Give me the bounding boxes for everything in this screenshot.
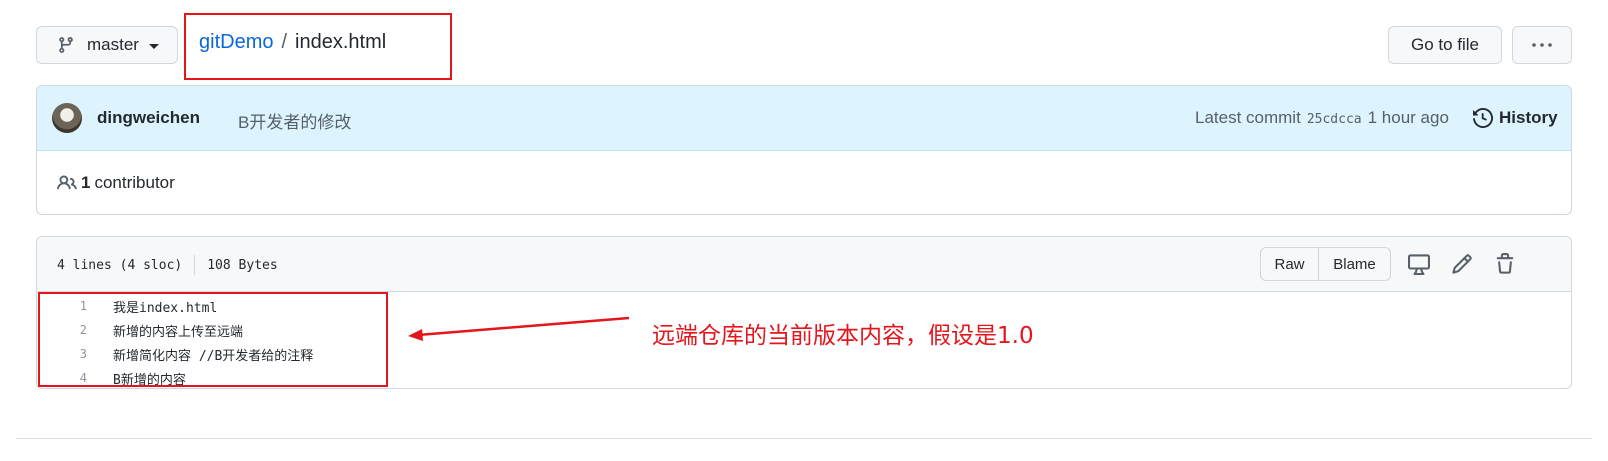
breadcrumb: gitDemo / index.html <box>199 31 386 54</box>
code-text: 我是index.html <box>113 300 218 316</box>
code-text: 新增简化内容 //B开发者给的注释 <box>113 348 314 364</box>
file-size: 108 Bytes <box>207 257 278 273</box>
chevron-down-icon <box>148 43 159 49</box>
more-options-button[interactable] <box>1512 26 1572 64</box>
branch-select-button[interactable]: master <box>36 26 178 64</box>
commit-author[interactable]: dingweichen <box>97 108 200 128</box>
file-lines-info: 4 lines (4 sloc) <box>57 257 183 273</box>
commit-time: 1 hour ago <box>1367 108 1449 127</box>
branch-icon <box>59 37 73 53</box>
history-label: History <box>1499 108 1558 127</box>
file-viewer: 4 lines (4 sloc) 108 Bytes Raw Blame 1 我… <box>36 236 1572 389</box>
blame-button[interactable]: Blame <box>1319 248 1390 280</box>
history-link[interactable]: History <box>1473 108 1558 128</box>
branch-name: master <box>87 35 139 54</box>
commit-message[interactable]: B开发者的修改 <box>238 108 351 133</box>
code-line: 4 B新增的内容 <box>37 366 1571 388</box>
code-text: 新增的内容上传至远端 <box>113 324 244 340</box>
repo-link[interactable]: gitDemo <box>199 31 273 54</box>
line-number[interactable]: 1 <box>37 299 87 313</box>
code-text: B新增的内容 <box>113 372 186 388</box>
line-number[interactable]: 3 <box>37 347 87 361</box>
latest-commit-info: Latest commit 25cdcca 1 hour ago <box>1195 108 1449 128</box>
contributors-row[interactable]: 1 contributor <box>37 151 1571 214</box>
commit-sha[interactable]: 25cdcca <box>1307 112 1362 127</box>
avatar[interactable] <box>52 103 82 133</box>
file-info: 4 lines (4 sloc) 108 Bytes <box>57 255 278 275</box>
line-number[interactable]: 2 <box>37 323 87 337</box>
desktop-icon[interactable] <box>1408 253 1430 275</box>
commit-box: dingweichen B开发者的修改 Latest commit 25cdcc… <box>36 85 1572 215</box>
line-number[interactable]: 4 <box>37 371 87 385</box>
people-icon <box>57 175 77 190</box>
contributor-count: 1 <box>81 173 91 192</box>
latest-commit-label: Latest commit <box>1195 108 1301 127</box>
latest-commit-row: dingweichen B开发者的修改 Latest commit 25cdcc… <box>37 86 1571 151</box>
divider <box>16 438 1592 439</box>
annotation-text: 远端仓库的当前版本内容，假设是1.0 <box>652 323 1034 349</box>
annotation-arrow <box>408 316 630 341</box>
file-header: 4 lines (4 sloc) 108 Bytes Raw Blame <box>37 237 1571 292</box>
raw-button[interactable]: Raw <box>1261 248 1319 280</box>
file-name: index.html <box>295 31 387 53</box>
file-info-divider <box>194 255 196 275</box>
go-to-file-button[interactable]: Go to file <box>1388 26 1502 64</box>
pencil-icon[interactable] <box>1451 253 1473 275</box>
trash-icon[interactable] <box>1494 253 1516 275</box>
kebab-horizontal-icon <box>1532 43 1552 47</box>
history-icon <box>1473 108 1493 128</box>
file-view-buttons: Raw Blame <box>1260 247 1391 281</box>
code-line: 1 我是index.html <box>37 294 1571 318</box>
contributor-label: contributor <box>94 173 175 192</box>
breadcrumb-separator: / <box>281 31 288 53</box>
